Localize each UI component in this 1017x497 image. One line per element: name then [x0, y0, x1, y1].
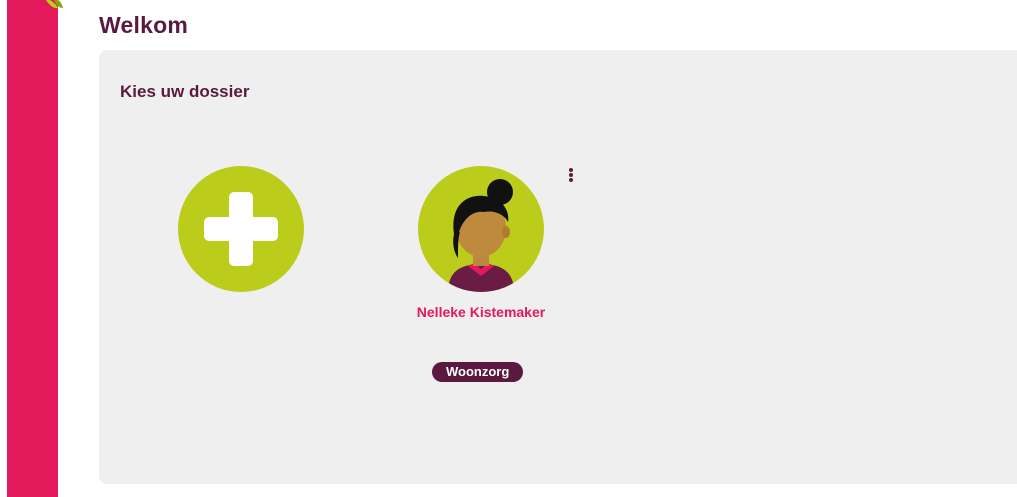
- plus-icon: [204, 192, 278, 266]
- dossier-panel: Kies uw dossier Nelleke Kistemaker Woonz…: [99, 50, 1017, 484]
- dossier-card[interactable]: Nelleke Kistemaker Woonzorg: [399, 160, 584, 390]
- category-badge: Woonzorg: [432, 362, 524, 382]
- leaf-logo-icon: [46, 0, 63, 9]
- more-vertical-icon[interactable]: [565, 164, 577, 190]
- page-title: Welkom: [99, 12, 188, 38]
- avatar[interactable]: [418, 166, 544, 292]
- woman-avatar-icon: [448, 179, 514, 292]
- section-title: Kies uw dossier: [120, 82, 250, 101]
- dossier-name[interactable]: Nelleke Kistemaker: [399, 304, 563, 320]
- add-dossier-button[interactable]: [178, 166, 304, 292]
- sidebar: [7, 0, 58, 497]
